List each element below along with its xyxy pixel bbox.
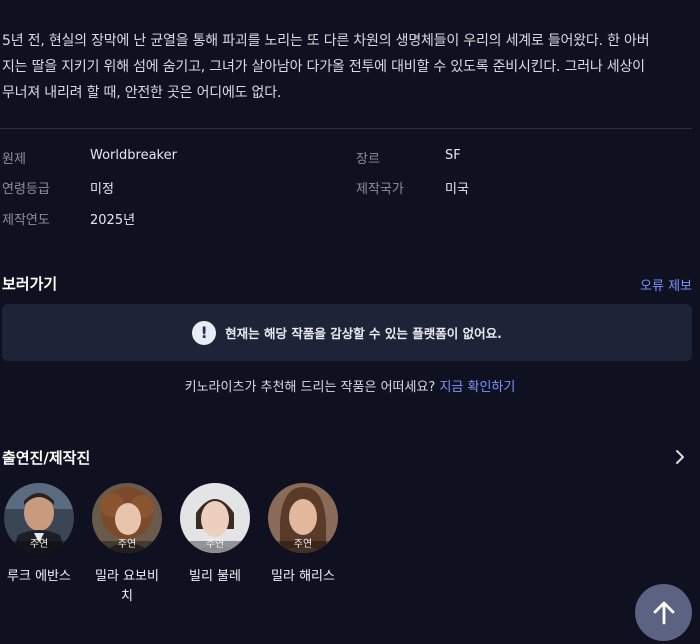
synopsis: 5년 전, 현실의 장막에 난 균열을 통해 파괴를 노리는 또 다른 차원의 …: [2, 28, 694, 106]
rating-label: 연령등급: [2, 182, 50, 197]
chevron-right-icon[interactable]: [672, 448, 688, 466]
recommend-text: 키노라이츠가 추천해 드리는 작품은 어떠세요?: [184, 380, 436, 395]
synopsis-line-2: 지는 딸을 지키기 위해 섬에 숨기고, 그녀가 살아남아 다가올 전투에 대비…: [2, 59, 645, 75]
arrow-up-icon: [653, 601, 674, 624]
country-value: 미국: [445, 182, 469, 197]
original-title-value: Worldbreaker: [90, 148, 177, 163]
year-label: 제작연도: [2, 213, 50, 228]
synopsis-line-1: 5년 전, 현실의 장막에 난 균열을 통해 파괴를 노리는 또 다른 차원의 …: [2, 33, 650, 49]
avatar: 주연: [180, 483, 250, 553]
role-label: 주연: [29, 539, 49, 550]
notice-text: 현재는 해당 작품을 감상할 수 있는 플랫폼이 없어요.: [225, 326, 502, 341]
cast-name: 빌리 불레: [189, 569, 241, 584]
cast-item[interactable]: 주연 밀라 요보비 치: [87, 483, 167, 607]
role-label: 주연: [205, 539, 225, 550]
role-label: 주연: [117, 539, 137, 550]
synopsis-line-3: 무너져 내리려 할 때, 안전한 곳은 어디에도 없다.: [2, 85, 282, 101]
recommend-line: 키노라이츠가 추천해 드리는 작품은 어떠세요? 지금 확인하기: [0, 376, 700, 395]
avatar: 주연: [268, 483, 338, 553]
role-label: 주연: [293, 539, 313, 550]
cast-name: 밀라 해리스: [271, 569, 335, 584]
avatar: 주연: [92, 483, 162, 553]
year-value: 2025년: [90, 213, 136, 228]
cast-item[interactable]: 주연 밀라 해리스: [263, 483, 343, 587]
cast-name: 밀라 요보비 치: [95, 569, 159, 604]
genre-value: SF: [445, 148, 461, 163]
original-title-label: 원제: [2, 152, 26, 167]
cast-item[interactable]: 주연 빌리 불레: [175, 483, 255, 587]
report-error-link[interactable]: 오류 제보: [640, 275, 692, 294]
rating-value: 미정: [90, 182, 114, 197]
scroll-to-top-button[interactable]: [635, 584, 692, 641]
divider: [0, 128, 692, 129]
cast-name: 루크 에반스: [7, 569, 71, 584]
cast-item[interactable]: 주연 루크 에반스: [0, 483, 79, 587]
movie-detail-page: 5년 전, 현실의 장막에 난 균열을 통해 파괴를 노리는 또 다른 차원의 …: [0, 0, 700, 644]
country-label: 제작국가: [356, 182, 404, 197]
exclamation-icon: !: [192, 320, 217, 345]
watch-section-title: 보러가기: [2, 275, 58, 293]
check-now-link[interactable]: 지금 확인하기: [439, 380, 515, 395]
avatar: 주연: [4, 483, 74, 553]
cast-section-title: 출연진/제작진: [2, 449, 91, 467]
genre-label: 장르: [356, 152, 380, 167]
no-platform-notice: ! 현재는 해당 작품을 감상할 수 있는 플랫폼이 없어요.: [2, 304, 692, 361]
